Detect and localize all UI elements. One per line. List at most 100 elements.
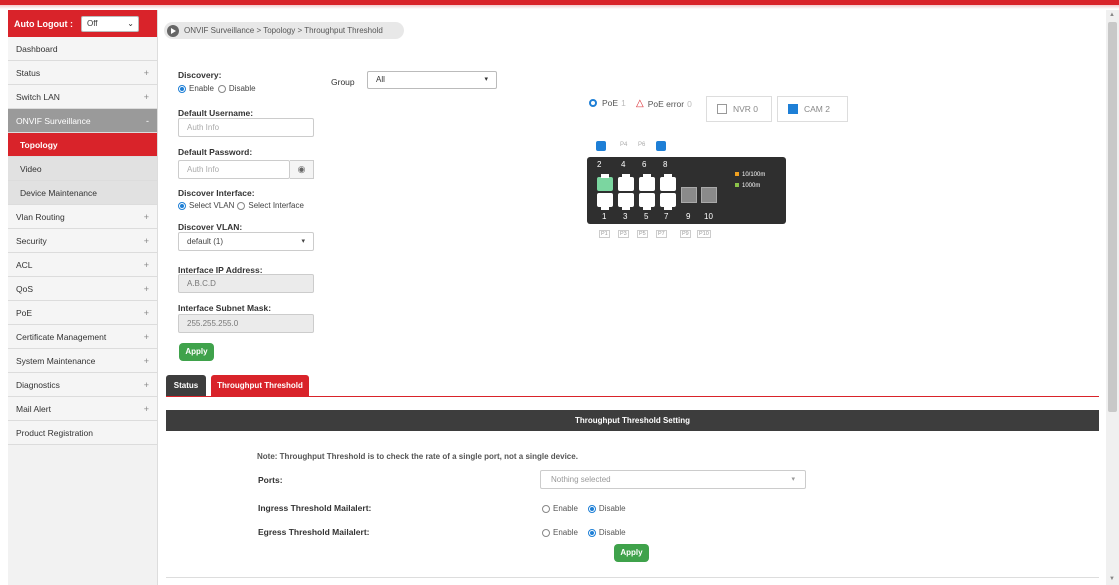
caret-down-icon: ▾ <box>301 238 305 245</box>
sidebar-item-label: System Maintenance <box>16 355 96 366</box>
ports-multiselect[interactable]: Nothing selected ▾ <box>540 470 806 489</box>
default-password-input[interactable]: Auth Info <box>178 160 290 179</box>
sidebar-item-acl[interactable]: ACL + <box>8 253 157 277</box>
sidebar-item-label: Security <box>16 235 47 246</box>
egress-disable-radio[interactable] <box>587 528 596 537</box>
camera-icon[interactable] <box>656 141 666 151</box>
group-value: All <box>376 75 385 84</box>
interface-ip-field: A.B.C.D <box>178 274 314 293</box>
discover-vlan-select[interactable]: default (1) ▾ <box>178 232 314 251</box>
expand-icon: + <box>143 211 149 222</box>
discovery-enable-radio[interactable] <box>178 84 186 93</box>
ingress-disable-label: Disable <box>598 504 626 513</box>
discovery-disable-radio[interactable] <box>217 84 226 93</box>
apply-button[interactable]: Apply <box>179 343 214 361</box>
group-label: Group <box>331 77 355 87</box>
sidebar-item-mail-alert[interactable]: Mail Alert + <box>8 397 157 421</box>
port-number: 2 <box>597 160 602 169</box>
page-scrollbar[interactable]: ▲ ▼ <box>1106 10 1119 585</box>
sidebar-item-label: Status <box>16 67 41 78</box>
sidebar-item-label: Switch LAN <box>16 91 60 102</box>
port-number: 6 <box>642 160 647 169</box>
sidebar-item-label: Video <box>20 163 42 174</box>
sidebar-item-dashboard[interactable]: Dashboard <box>8 37 157 61</box>
threshold-apply-button[interactable]: Apply <box>614 544 649 562</box>
ingress-disable-radio[interactable] <box>587 504 596 513</box>
camera-icon[interactable] <box>596 141 606 151</box>
switch-port-4[interactable] <box>618 174 634 191</box>
select-interface-label: Select Interface <box>248 201 304 210</box>
sidebar-item-system-maintenance[interactable]: System Maintenance + <box>8 349 157 373</box>
discovery-disable-label: Disable <box>228 84 256 93</box>
eye-icon[interactable]: ◉ <box>290 160 314 179</box>
switch-port-10[interactable] <box>701 187 717 203</box>
legend-poe-count: 1 <box>621 98 626 108</box>
egress-enable-radio[interactable] <box>542 528 550 537</box>
port-number: 3 <box>623 212 628 221</box>
discovery-enable-label: Enable <box>189 84 214 93</box>
tab-throughput-threshold[interactable]: Throughput Threshold <box>211 375 309 397</box>
legend-cam-label: CAM 2 <box>804 104 830 114</box>
egress-radio-group: Enable Disable <box>542 528 626 537</box>
sidebar-item-video[interactable]: Video <box>8 157 157 181</box>
switch-port-2[interactable] <box>597 174 613 191</box>
expand-icon: + <box>143 403 149 414</box>
sidebar-item-qos[interactable]: QoS + <box>8 277 157 301</box>
scroll-up-icon[interactable]: ▲ <box>1109 12 1115 18</box>
sidebar-item-onvif-surveillance[interactable]: ONVIF Surveillance - <box>8 109 157 133</box>
ports-placeholder: Nothing selected <box>551 475 611 484</box>
sidebar-item-certificate-management[interactable]: Certificate Management + <box>8 325 157 349</box>
sidebar-item-vlan-routing[interactable]: Vlan Routing + <box>8 205 157 229</box>
port-number: 10 <box>704 212 713 221</box>
sidebar-item-diagnostics[interactable]: Diagnostics + <box>8 373 157 397</box>
port-number: 8 <box>663 160 668 169</box>
sidebar-item-label: QoS <box>16 283 34 294</box>
default-username-input[interactable]: Auth Info <box>178 118 314 137</box>
expand-icon: + <box>143 379 149 390</box>
discovery-radio-group: Enable Disable <box>178 84 256 93</box>
auto-logout-select[interactable]: Off ⌄ <box>80 15 139 32</box>
expand-icon: + <box>143 259 149 270</box>
switch-port-3[interactable] <box>618 193 634 210</box>
sidebar-item-poe[interactable]: PoE + <box>8 301 157 325</box>
select-vlan-radio[interactable] <box>178 201 186 210</box>
sidebar-item-label: Topology <box>20 139 58 150</box>
sidebar-item-label: Dashboard <box>16 43 58 54</box>
camera-icon <box>788 104 798 114</box>
port-number: 9 <box>686 212 691 221</box>
switch-port-5[interactable] <box>639 193 655 210</box>
caret-down-icon: ▾ <box>791 476 795 483</box>
tab-status[interactable]: Status <box>166 375 206 397</box>
port-number: 5 <box>644 212 649 221</box>
switch-port-1[interactable] <box>597 193 613 210</box>
switch-port-6[interactable] <box>639 174 655 191</box>
ingress-enable-radio[interactable] <box>542 504 550 513</box>
legend-nvr-label: NVR 0 <box>733 104 759 114</box>
switch-port-8[interactable] <box>660 174 676 191</box>
sidebar-item-label: PoE <box>16 307 33 318</box>
port-tag-p10: P10 <box>697 230 711 238</box>
expand-icon: + <box>143 283 149 294</box>
expand-icon: + <box>143 67 149 78</box>
auto-logout-bar: Auto Logout : Off ⌄ <box>8 10 157 37</box>
legend-poe: PoE 1 <box>589 98 626 108</box>
group-select[interactable]: All ▾ <box>367 71 497 89</box>
sidebar-item-product-registration[interactable]: Product Registration <box>8 421 157 445</box>
sidebar-item-label: Certificate Management <box>16 331 107 342</box>
expand-icon: + <box>143 307 149 318</box>
sidebar-item-topology[interactable]: Topology <box>8 133 157 157</box>
sidebar-item-security[interactable]: Security + <box>8 229 157 253</box>
threshold-panel-heading: Throughput Threshold Setting <box>166 410 1099 431</box>
legend-poe-label: PoE <box>602 98 619 108</box>
scrollbar-thumb[interactable] <box>1108 22 1117 412</box>
egress-enable-label: Enable <box>553 528 578 537</box>
scroll-down-icon[interactable]: ▼ <box>1109 576 1115 582</box>
select-interface-radio[interactable] <box>237 201 246 210</box>
sidebar-item-switch-lan[interactable]: Switch LAN + <box>8 85 157 109</box>
sidebar-item-device-maintenance[interactable]: Device Maintenance <box>8 181 157 205</box>
switch-port-7[interactable] <box>660 193 676 210</box>
ingress-enable-label: Enable <box>553 504 578 513</box>
switch-port-9[interactable] <box>681 187 697 203</box>
sidebar-item-status[interactable]: Status + <box>8 61 157 85</box>
expand-icon: + <box>143 235 149 246</box>
